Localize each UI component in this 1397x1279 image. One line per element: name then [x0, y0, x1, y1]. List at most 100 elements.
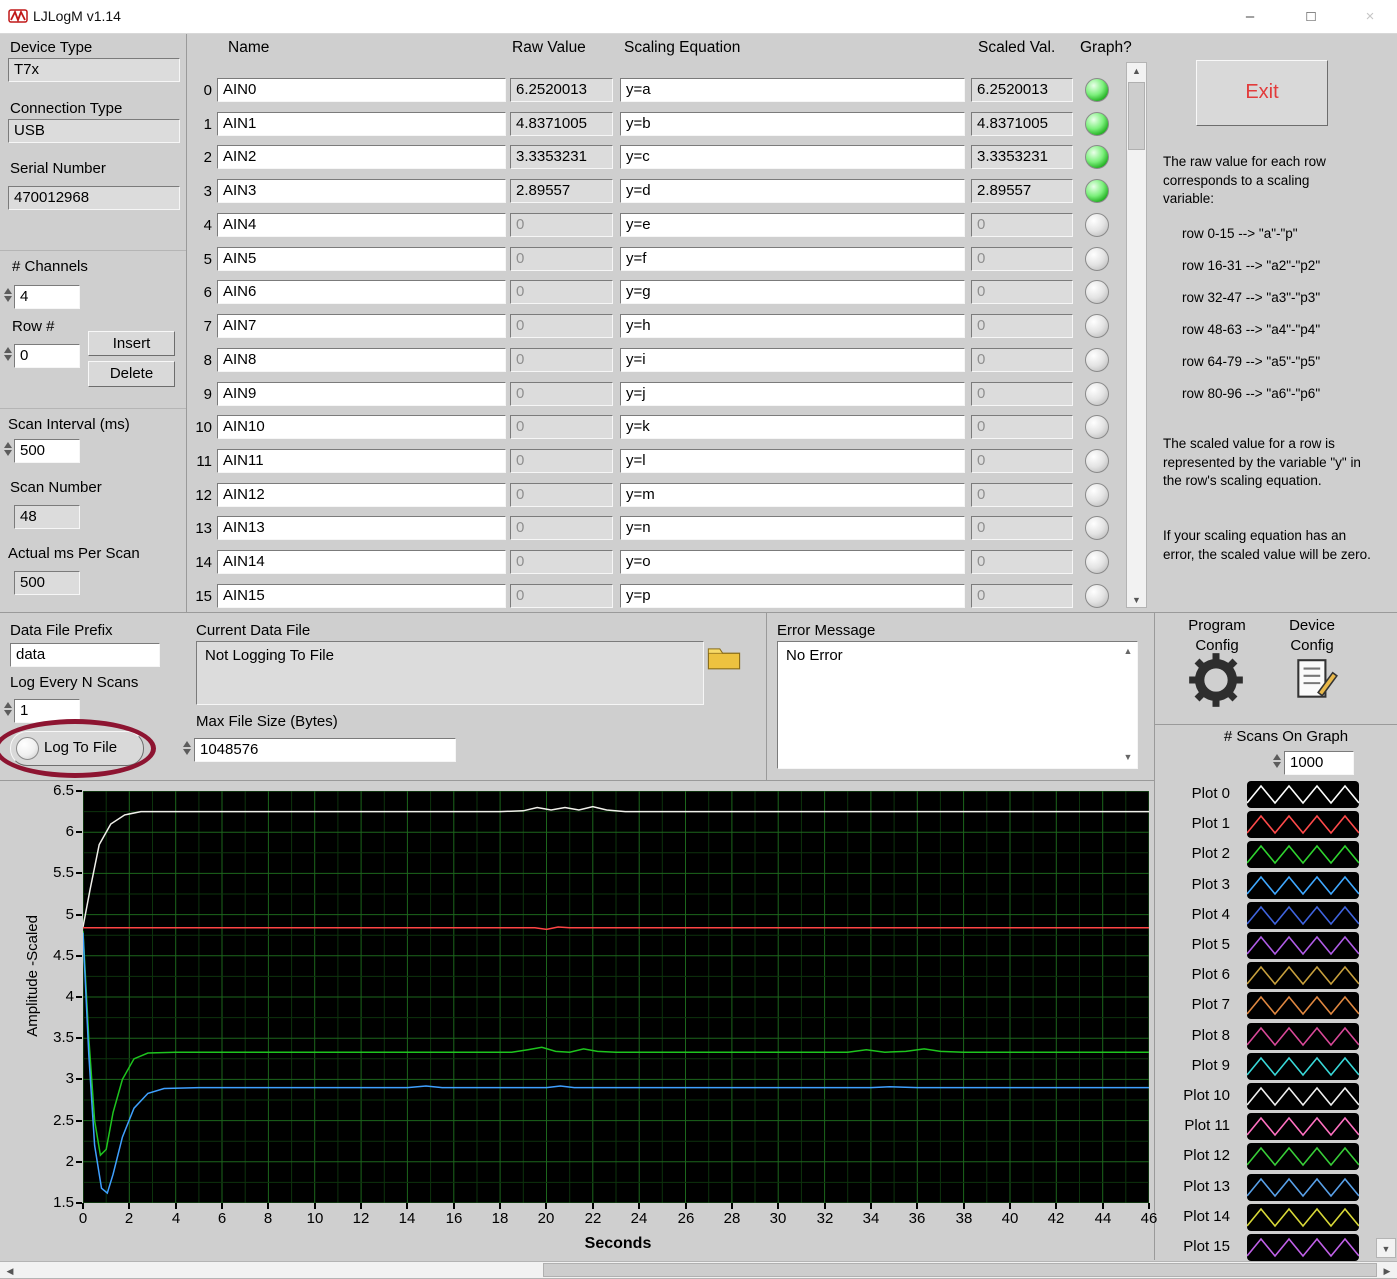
graph-led[interactable] [1085, 516, 1109, 540]
scaling-equation-input[interactable]: y=e [620, 213, 965, 237]
scroll-left-icon[interactable]: ◀ [2, 1266, 18, 1277]
scaling-equation-input[interactable]: y=k [620, 415, 965, 439]
scaling-equation-input[interactable]: y=p [620, 584, 965, 608]
plot-legend-thumbnail[interactable] [1247, 781, 1359, 808]
channel-name-input[interactable]: AIN14 [217, 550, 506, 574]
plot-legend-thumbnail[interactable] [1247, 932, 1359, 959]
row-number-spinner[interactable] [2, 344, 13, 368]
decrement-icon[interactable] [3, 450, 12, 456]
graph-led[interactable] [1085, 415, 1109, 439]
graph-led[interactable] [1085, 280, 1109, 304]
graph-led[interactable] [1085, 112, 1109, 136]
graph-led[interactable] [1085, 449, 1109, 473]
scroll-down-icon[interactable]: ▼ [1121, 752, 1135, 762]
increment-icon[interactable] [3, 442, 12, 448]
channel-name-input[interactable]: AIN4 [217, 213, 506, 237]
scans-on-graph-input[interactable]: 1000 [1284, 751, 1354, 775]
exit-button[interactable]: Exit [1196, 60, 1328, 126]
plot-legend-thumbnail[interactable] [1247, 1053, 1359, 1080]
graph-led[interactable] [1085, 584, 1109, 608]
plot-legend-thumbnail[interactable] [1247, 1234, 1359, 1261]
plot-legend-thumbnail[interactable] [1247, 1113, 1359, 1140]
insert-button[interactable]: Insert [88, 331, 175, 356]
increment-icon[interactable] [3, 702, 12, 708]
graph-led[interactable] [1085, 483, 1109, 507]
scaling-equation-input[interactable]: y=a [620, 78, 965, 102]
increment-icon[interactable] [3, 347, 12, 353]
data-file-prefix-input[interactable]: data [10, 643, 160, 667]
plot-legend-thumbnail[interactable] [1247, 1174, 1359, 1201]
channel-name-input[interactable]: AIN13 [217, 516, 506, 540]
graph-led[interactable] [1085, 550, 1109, 574]
decrement-icon[interactable] [3, 355, 12, 361]
decrement-icon[interactable] [3, 296, 12, 302]
scroll-up-icon[interactable]: ▲ [1127, 66, 1146, 76]
channel-name-input[interactable]: AIN0 [217, 78, 506, 102]
channel-name-input[interactable]: AIN1 [217, 112, 506, 136]
channel-name-input[interactable]: AIN6 [217, 280, 506, 304]
graph-led[interactable] [1085, 382, 1109, 406]
scaling-equation-input[interactable]: y=f [620, 247, 965, 271]
increment-icon[interactable] [3, 288, 12, 294]
minimize-button[interactable]: – [1228, 0, 1272, 33]
scaling-equation-input[interactable]: y=b [620, 112, 965, 136]
scaling-equation-input[interactable]: y=c [620, 145, 965, 169]
browse-folder-button[interactable] [707, 644, 743, 672]
scaling-equation-input[interactable]: y=n [620, 516, 965, 540]
scaling-equation-input[interactable]: y=l [620, 449, 965, 473]
scaling-equation-input[interactable]: y=g [620, 280, 965, 304]
graph-led[interactable] [1085, 247, 1109, 271]
plot-legend-thumbnail[interactable] [1247, 902, 1359, 929]
scaling-equation-input[interactable]: y=i [620, 348, 965, 372]
plot-legend-thumbnail[interactable] [1247, 992, 1359, 1019]
device-config-button[interactable] [1290, 655, 1342, 707]
increment-icon[interactable] [1272, 754, 1281, 760]
max-file-size-input[interactable]: 1048576 [194, 738, 456, 762]
plot-legend-thumbnail[interactable] [1247, 1204, 1359, 1231]
channel-name-input[interactable]: AIN15 [217, 584, 506, 608]
program-config-button[interactable] [1188, 652, 1246, 710]
channels-spinner[interactable] [2, 285, 13, 309]
channel-name-input[interactable]: AIN10 [217, 415, 506, 439]
graph-led[interactable] [1085, 348, 1109, 372]
channel-name-input[interactable]: AIN8 [217, 348, 506, 372]
graph-led[interactable] [1085, 213, 1109, 237]
scroll-up-icon[interactable]: ▲ [1121, 646, 1135, 656]
channel-name-input[interactable]: AIN5 [217, 247, 506, 271]
plot-legend-thumbnail[interactable] [1247, 1023, 1359, 1050]
scroll-down-icon[interactable]: ▼ [1377, 1244, 1395, 1254]
delete-button[interactable]: Delete [88, 361, 175, 387]
row-number-input[interactable]: 0 [14, 344, 80, 368]
table-scrollbar[interactable]: ▲ ▼ [1126, 62, 1147, 608]
scan-interval-input[interactable]: 500 [14, 439, 80, 463]
scan-interval-spinner[interactable] [2, 439, 13, 463]
channels-input[interactable]: 4 [14, 285, 80, 309]
graph-led[interactable] [1085, 179, 1109, 203]
plot-legend-thumbnail[interactable] [1247, 811, 1359, 838]
max-file-size-spinner[interactable] [181, 738, 192, 762]
decrement-icon[interactable] [182, 749, 191, 755]
channel-name-input[interactable]: AIN11 [217, 449, 506, 473]
plot-legend-thumbnail[interactable] [1247, 962, 1359, 989]
channel-name-input[interactable]: AIN7 [217, 314, 506, 338]
plot-legend-thumbnail[interactable] [1247, 872, 1359, 899]
legend-scroll-down[interactable]: ▼ [1376, 1238, 1396, 1258]
scaling-equation-input[interactable]: y=j [620, 382, 965, 406]
scaling-equation-input[interactable]: y=m [620, 483, 965, 507]
decrement-icon[interactable] [1272, 762, 1281, 768]
horizontal-scrollbar[interactable]: ◀ ▶ [0, 1261, 1397, 1279]
log-n-spinner[interactable] [2, 699, 13, 723]
channel-name-input[interactable]: AIN3 [217, 179, 506, 203]
channel-name-input[interactable]: AIN9 [217, 382, 506, 406]
plot-legend-thumbnail[interactable] [1247, 1143, 1359, 1170]
graph-led[interactable] [1085, 78, 1109, 102]
graph-led[interactable] [1085, 145, 1109, 169]
scaling-equation-input[interactable]: y=d [620, 179, 965, 203]
channel-name-input[interactable]: AIN2 [217, 145, 506, 169]
channel-name-input[interactable]: AIN12 [217, 483, 506, 507]
decrement-icon[interactable] [3, 710, 12, 716]
scaling-equation-input[interactable]: y=h [620, 314, 965, 338]
graph-led[interactable] [1085, 314, 1109, 338]
close-button[interactable]: × [1348, 0, 1392, 33]
maximize-button[interactable]: □ [1289, 0, 1333, 33]
